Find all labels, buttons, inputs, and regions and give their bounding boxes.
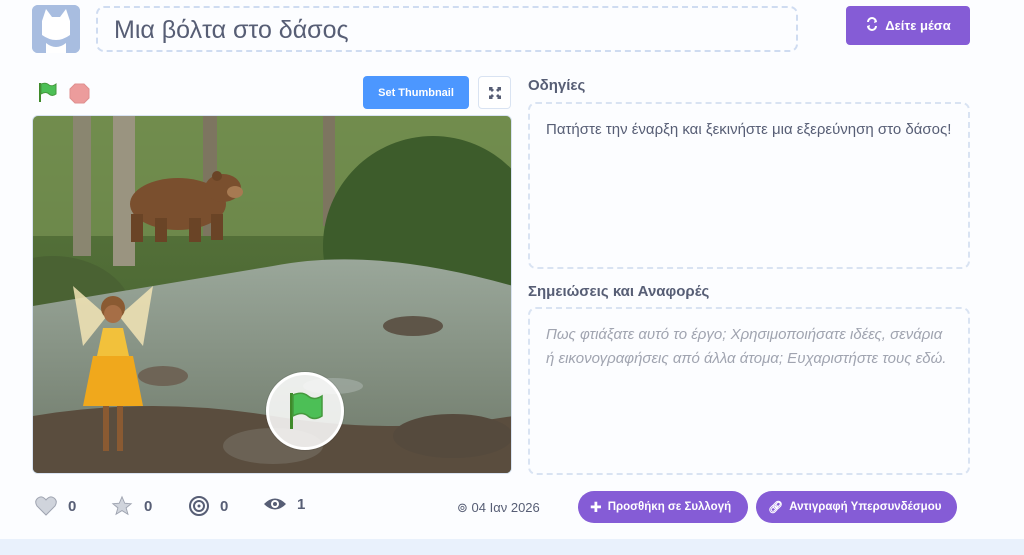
notes-heading: Σημειώσεις και Αναφορές xyxy=(528,283,710,300)
favorite-count: 0 xyxy=(144,497,153,515)
link-icon: 🔗︎ xyxy=(768,500,784,514)
share-date: ⊚ 04 Ιαν 2026 xyxy=(457,500,540,516)
remix-arrows-icon xyxy=(865,17,879,34)
project-author-avatar[interactable] xyxy=(32,5,80,53)
fullscreen-button[interactable] xyxy=(478,76,511,109)
add-to-studio-button[interactable]: ✚ Προσθήκη σε Συλλογή xyxy=(578,491,748,523)
stop-button[interactable] xyxy=(69,83,90,104)
share-date-text: 04 Ιαν 2026 xyxy=(471,500,540,515)
page-footer-strip xyxy=(0,539,1024,555)
love-stat[interactable]: 0 xyxy=(34,495,76,517)
love-count: 0 xyxy=(68,497,77,515)
set-thumbnail-button[interactable]: Set Thumbnail xyxy=(363,76,469,109)
favorite-stat[interactable]: 0 xyxy=(110,495,152,517)
remix-stat: 0 xyxy=(188,495,228,517)
heart-icon xyxy=(35,496,57,516)
calendar-icon: ⊚ xyxy=(457,500,468,515)
instructions-textarea[interactable]: Πατήστε την έναρξη και ξεκινήστε μια εξε… xyxy=(528,102,970,269)
views-stat: 1 xyxy=(263,495,305,513)
eye-icon xyxy=(264,498,286,510)
add-to-studio-label: Προσθήκη σε Συλλογή xyxy=(607,501,732,513)
instructions-heading: Οδηγίες xyxy=(528,77,586,94)
green-flag-icon xyxy=(39,82,57,102)
star-icon xyxy=(111,495,133,516)
copy-link-label: Αντιγραφή Υπερσυνδέσμου xyxy=(789,501,942,513)
see-inside-button[interactable]: Δείτε μέσα xyxy=(846,6,970,45)
scratch-cat-icon xyxy=(32,5,80,53)
start-overlay-button[interactable] xyxy=(266,372,344,450)
stop-sign-icon xyxy=(69,83,90,104)
fullscreen-icon xyxy=(488,86,501,99)
project-stage[interactable] xyxy=(32,115,512,474)
green-flag-icon xyxy=(290,392,323,429)
views-count: 1 xyxy=(297,495,306,513)
copy-link-button[interactable]: 🔗︎ Αντιγραφή Υπερσυνδέσμου xyxy=(756,491,957,523)
remix-spiral-icon xyxy=(189,496,209,516)
notes-textarea[interactable]: Πως φτιάξατε αυτό το έργο; Χρησιμοποιήσα… xyxy=(528,307,970,475)
plus-icon: ✚ xyxy=(590,498,602,515)
project-title-input[interactable]: Μια βόλτα στο δάσος xyxy=(96,6,798,52)
see-inside-label: Δείτε μέσα xyxy=(885,18,951,33)
remix-count: 0 xyxy=(220,497,229,515)
green-flag-button[interactable] xyxy=(36,81,58,103)
